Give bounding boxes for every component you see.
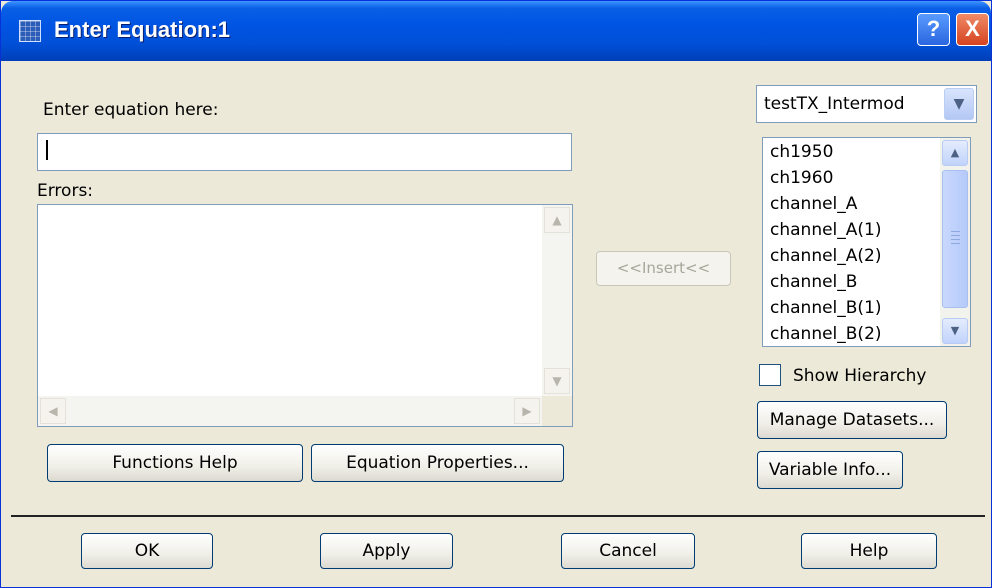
show-hierarchy-label: Show Hierarchy — [793, 366, 927, 386]
list-item[interactable]: channel_A — [770, 194, 857, 214]
close-icon[interactable]: X — [956, 13, 989, 46]
text-caret — [46, 140, 48, 160]
list-item[interactable]: channel_A(2) — [770, 246, 881, 266]
window-title: Enter Equation:1 — [54, 17, 231, 42]
dataset-select[interactable]: testTX_Intermod ▼ — [756, 85, 977, 123]
title-bar[interactable]: Enter Equation:1 ? X — [1, 1, 991, 61]
scroll-down-icon[interactable]: ▼ — [942, 318, 968, 344]
spreadsheet-icon — [19, 20, 41, 42]
variable-info-button[interactable]: Variable Info... — [757, 451, 903, 489]
list-item[interactable]: ch1960 — [770, 168, 833, 188]
variables-scrollbar[interactable]: ▲ ▼ — [940, 138, 970, 346]
cancel-button[interactable]: Cancel — [561, 533, 695, 569]
list-item[interactable]: channel_B(1) — [770, 298, 882, 318]
show-hierarchy-checkbox[interactable] — [759, 364, 781, 386]
scrollbar-thumb[interactable] — [942, 170, 968, 308]
ok-button[interactable]: OK — [81, 533, 213, 569]
scroll-up-icon[interactable]: ▲ — [544, 207, 570, 233]
divider — [11, 515, 985, 517]
help-icon[interactable]: ? — [917, 13, 950, 46]
list-item[interactable]: channel_B(2) — [770, 324, 882, 344]
chevron-down-icon[interactable]: ▼ — [944, 88, 974, 120]
enter-equation-dialog: Enter Equation:1 ? X Enter equation here… — [0, 0, 992, 588]
list-item[interactable]: channel_B — [770, 272, 857, 292]
errors-vertical-scrollbar[interactable]: ▲ ▼ — [542, 205, 572, 396]
equation-input[interactable] — [37, 133, 572, 171]
scroll-left-icon[interactable]: ◀ — [40, 398, 66, 424]
equation-label: Enter equation here: — [43, 100, 219, 120]
variables-list[interactable]: ch1950 ch1960 channel_A channel_A(1) cha… — [762, 137, 971, 347]
functions-help-button[interactable]: Functions Help — [47, 444, 303, 482]
scrollbar-corner — [542, 396, 572, 426]
list-item[interactable]: ch1950 — [770, 142, 833, 162]
manage-datasets-button[interactable]: Manage Datasets... — [757, 401, 947, 439]
equation-properties-button[interactable]: Equation Properties... — [311, 444, 564, 482]
scroll-up-icon[interactable]: ▲ — [942, 140, 968, 166]
scroll-right-icon[interactable]: ▶ — [514, 398, 540, 424]
errors-horizontal-scrollbar[interactable]: ◀ ▶ — [38, 396, 542, 426]
help-button[interactable]: Help — [801, 533, 937, 569]
dataset-select-value: testTX_Intermod — [764, 94, 905, 114]
list-item[interactable]: channel_A(1) — [770, 220, 881, 240]
errors-label: Errors: — [37, 181, 94, 201]
insert-button[interactable]: <<Insert<< — [596, 251, 731, 286]
apply-button[interactable]: Apply — [320, 533, 453, 569]
scroll-down-icon[interactable]: ▼ — [544, 368, 570, 394]
errors-textarea[interactable]: ▲ ▼ ◀ ▶ — [37, 204, 573, 427]
